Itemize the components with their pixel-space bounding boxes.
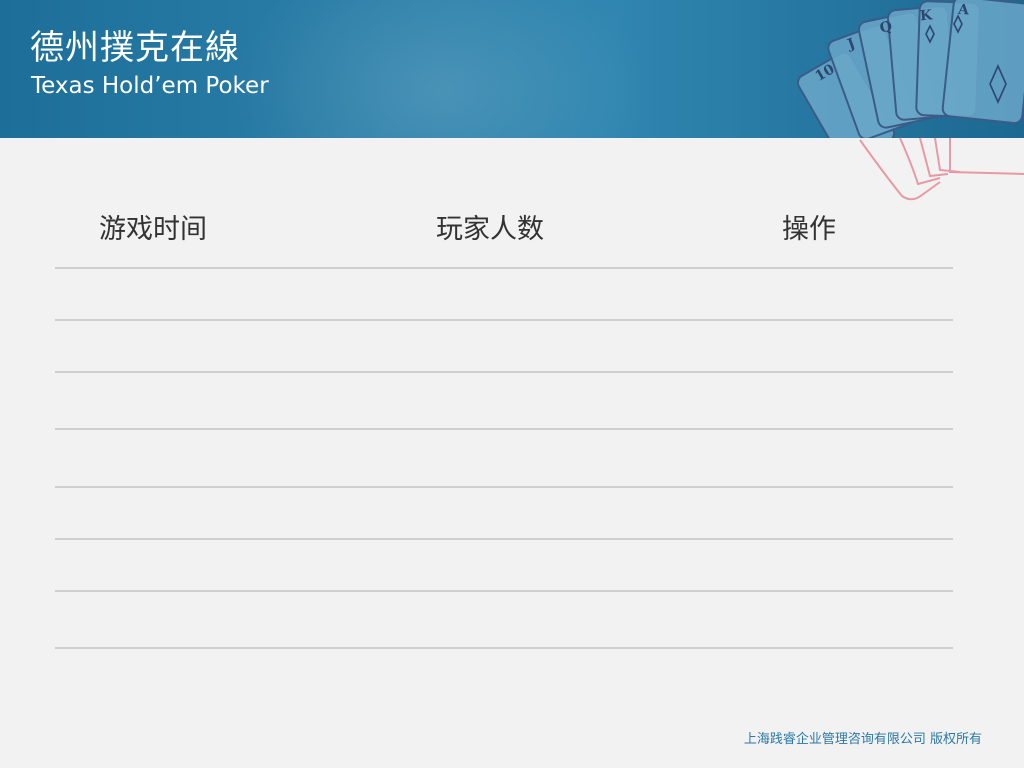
- header-glow: [230, 0, 650, 138]
- column-header-game-time: 游戏时间: [99, 214, 207, 245]
- table-row: [55, 488, 953, 540]
- table-row: [55, 592, 953, 649]
- game-table: 游戏时间 玩家人数 操作: [55, 190, 953, 649]
- table-row: [55, 373, 953, 430]
- table-row: [55, 540, 953, 592]
- royal-flush-cards-icon: 10 J Q K A: [796, 0, 1024, 201]
- page-subtitle: Texas Hold’em Poker: [31, 73, 269, 99]
- table-row: [55, 269, 953, 321]
- table-row: [55, 430, 953, 488]
- svg-text:A: A: [956, 2, 970, 19]
- svg-text:K: K: [919, 7, 933, 24]
- column-header-actions: 操作: [782, 214, 836, 245]
- column-header-player-count: 玩家人数: [436, 214, 544, 245]
- table-row: [55, 321, 953, 373]
- table-header-row: 游戏时间 玩家人数 操作: [55, 190, 953, 269]
- copyright-footer: 上海践睿企业管理咨询有限公司 版权所有: [743, 732, 982, 747]
- page-title: 德州撲克在線: [30, 28, 240, 68]
